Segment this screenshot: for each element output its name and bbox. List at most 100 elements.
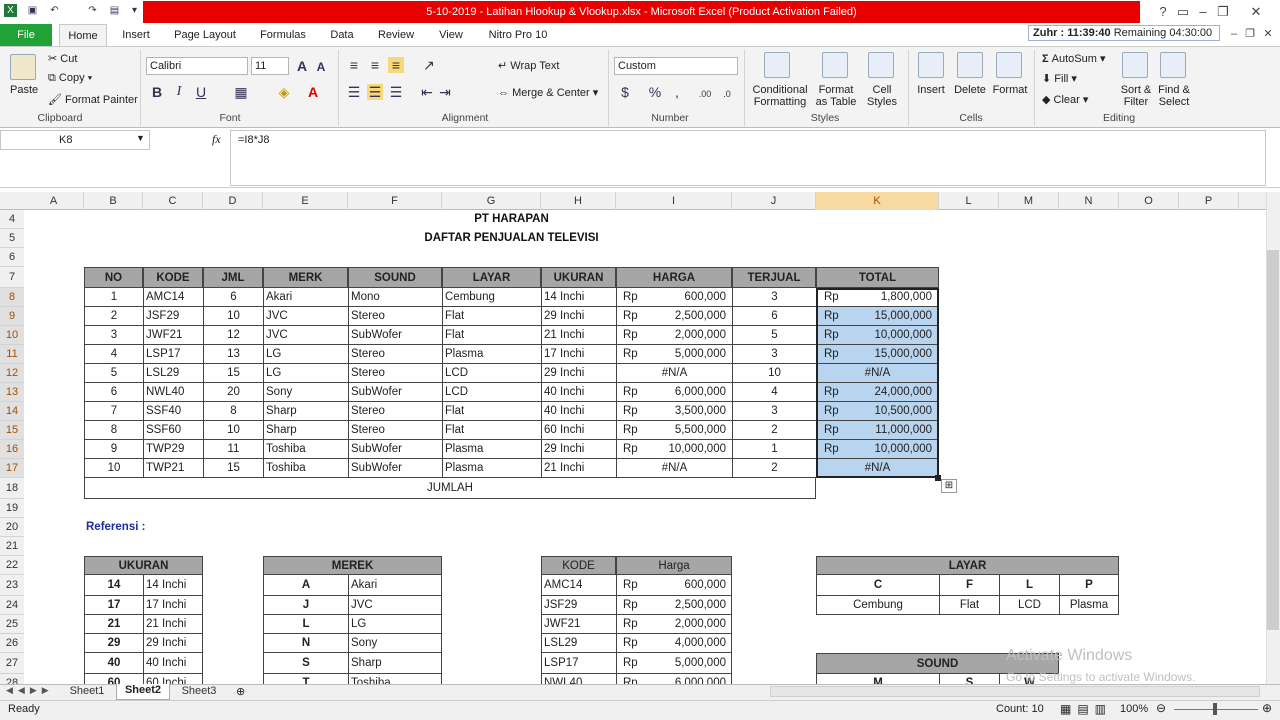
zoom-out-icon[interactable]: ⊖	[1156, 701, 1166, 715]
autofill-options-icon[interactable]: ⊞	[941, 479, 957, 493]
data-cell: 10	[203, 307, 263, 326]
data-cell: 15	[203, 364, 263, 383]
table-header-7: HARGA	[616, 267, 732, 288]
sheet-tab-1[interactable]: Sheet1	[62, 685, 112, 699]
activation-watermark: Activate Windows	[1006, 647, 1133, 664]
row-header-15[interactable]: 15	[0, 421, 24, 440]
row-header-16[interactable]: 16	[0, 440, 24, 459]
data-cell: Stereo	[348, 345, 442, 364]
sheet-nav-icons[interactable]: ◀◀▶▶	[6, 685, 54, 696]
selection-outline	[816, 288, 939, 478]
sold-value: 6	[732, 307, 816, 326]
sheet-tab-2[interactable]: Sheet2	[116, 684, 170, 700]
merek-code: S	[263, 653, 348, 674]
horizontal-scrollbar[interactable]	[770, 686, 1260, 697]
price-value: #N/A	[616, 459, 732, 478]
price-value: 2,000,000	[674, 329, 726, 341]
ukuran-title: UKURAN	[84, 556, 203, 575]
data-cell: Sony	[263, 383, 348, 402]
sold-value: 3	[732, 402, 816, 421]
table-header-2: JML	[203, 267, 263, 288]
row-header-4[interactable]: 4	[0, 210, 24, 229]
row-header-6[interactable]: 6	[0, 248, 24, 267]
data-cell: JWF21	[143, 326, 203, 345]
harga-header-kode: KODE	[541, 556, 616, 575]
zoom-slider-thumb[interactable]	[1213, 703, 1217, 715]
sold-value: 3	[732, 288, 816, 307]
data-cell: SubWofer	[348, 383, 442, 402]
row-header-9[interactable]: 9	[0, 307, 24, 326]
data-cell: 29 Inchi	[541, 440, 616, 459]
layar-code: C	[816, 575, 939, 596]
table-header-0: NO	[84, 267, 143, 288]
scroll-thumb[interactable]	[1267, 250, 1279, 630]
data-cell: 40 Inchi	[541, 383, 616, 402]
harga-header-harga: Harga	[616, 556, 732, 575]
row-header-8[interactable]: 8	[0, 288, 24, 307]
data-cell: LG	[263, 364, 348, 383]
row-header-24[interactable]: 24	[0, 596, 24, 615]
zoom-in-icon[interactable]: ⊕	[1262, 701, 1272, 715]
ukuran-name: 21 Inchi	[143, 615, 203, 634]
data-cell: Cembung	[442, 288, 541, 307]
row-header-25[interactable]: 25	[0, 615, 24, 634]
data-cell: Toshiba	[263, 440, 348, 459]
sound-code: S	[939, 674, 999, 684]
ukuran-code: 60	[84, 674, 143, 684]
layar-name: Flat	[939, 596, 999, 615]
row-header-18[interactable]: 18	[0, 478, 24, 499]
data-cell: 2	[84, 307, 143, 326]
row-header-26[interactable]: 26	[0, 634, 24, 653]
data-cell: 7	[84, 402, 143, 421]
data-cell: 21 Inchi	[541, 326, 616, 345]
price-value: 3,500,000	[674, 405, 726, 417]
data-cell: Plasma	[442, 345, 541, 364]
layar-code: P	[1059, 575, 1119, 596]
row-header-20[interactable]: 20	[0, 518, 24, 537]
view-mode-icons[interactable]: ▦▤▥	[1060, 702, 1112, 716]
layar-title: LAYAR	[816, 556, 1119, 575]
row-header-7[interactable]: 7	[0, 267, 24, 288]
table-header-8: TERJUAL	[732, 267, 816, 288]
row-header-27[interactable]: 27	[0, 653, 24, 674]
row-header-28[interactable]: 28	[0, 674, 24, 684]
row-header-5[interactable]: 5	[0, 229, 24, 248]
row-header-22[interactable]: 22	[0, 556, 24, 575]
harga-value: 4,000,000	[674, 637, 726, 649]
row-header-21[interactable]: 21	[0, 537, 24, 556]
row-header-12[interactable]: 12	[0, 364, 24, 383]
data-cell: 8	[203, 402, 263, 421]
data-cell: Flat	[442, 307, 541, 326]
worksheet-grid[interactable]: 4 5 6 7 8 9 10 11 12 13 14 15 16 17 18 19 20 21 22 23 24 25 26…	[0, 0, 1266, 684]
data-cell: SubWofer	[348, 326, 442, 345]
data-cell: SubWofer	[348, 440, 442, 459]
row-header-17[interactable]: 17	[0, 459, 24, 478]
row-header-14[interactable]: 14	[0, 402, 24, 421]
merek-name: Sony	[348, 634, 442, 653]
new-sheet-icon[interactable]: ⊕	[236, 685, 245, 698]
harga-value: 2,000,000	[674, 618, 726, 630]
merek-name: Sharp	[348, 653, 442, 674]
ukuran-code: 29	[84, 634, 143, 653]
harga-code: NWL40	[541, 674, 616, 684]
price-value: 10,000,000	[668, 443, 726, 455]
data-cell: TWP21	[143, 459, 203, 478]
row-header-11[interactable]: 11	[0, 345, 24, 364]
activation-watermark-hint: Go to Settings to activate Windows.	[1006, 670, 1196, 684]
data-cell: Toshiba	[263, 459, 348, 478]
price-value: 5,500,000	[674, 424, 726, 436]
sold-value: 5	[732, 326, 816, 345]
data-cell: SSF60	[143, 421, 203, 440]
row-header-13[interactable]: 13	[0, 383, 24, 402]
row-header-10[interactable]: 10	[0, 326, 24, 345]
data-cell: Sharp	[263, 402, 348, 421]
data-cell: 20	[203, 383, 263, 402]
ukuran-name: 60 Inchi	[143, 674, 203, 684]
sheet-tab-3[interactable]: Sheet3	[174, 685, 224, 699]
row-header-19[interactable]: 19	[0, 499, 24, 518]
data-cell: 4	[84, 345, 143, 364]
row-header-23[interactable]: 23	[0, 575, 24, 596]
harga-code: JSF29	[541, 596, 616, 615]
table-header-9: TOTAL	[816, 267, 939, 288]
zoom-level[interactable]: 100%	[1120, 703, 1148, 715]
